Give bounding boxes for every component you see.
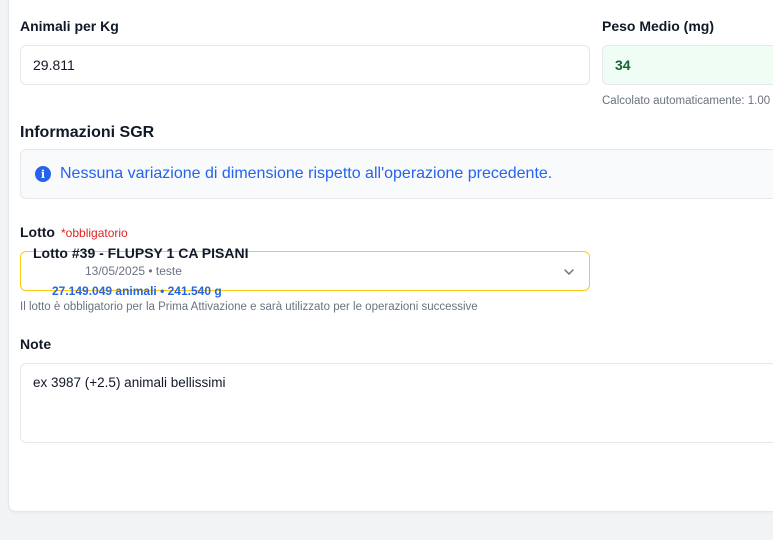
animali-per-kg-input[interactable]: 29.811 <box>20 45 590 85</box>
note-textarea[interactable]: ex 3987 (+2.5) animali bellissimi <box>20 363 773 443</box>
required-marker: *obbligatorio <box>61 226 128 240</box>
sgr-section-title: Informazioni SGR <box>20 124 155 141</box>
animali-per-kg-label: Animali per Kg <box>20 18 119 34</box>
peso-medio-label: Peso Medio (mg) <box>602 18 715 34</box>
peso-medio-value: 34 <box>615 57 631 73</box>
lotto-label: Lotto <box>20 224 55 240</box>
animali-per-kg-value: 29.811 <box>33 57 75 73</box>
lotto-selected-name: Lotto #39 - FLUPSY 1 CA PISANI <box>33 245 249 261</box>
sgr-message: Nessuna variazione di dimensione rispett… <box>60 165 553 182</box>
chevron-down-icon <box>564 269 574 275</box>
info-icon: i <box>35 166 51 182</box>
lotto-selected-date: 13/05/2025 • teste <box>85 264 182 278</box>
note-label: Note <box>20 336 52 352</box>
sgr-info-box: i Nessuna variazione di dimensione rispe… <box>20 149 773 199</box>
note-value: ex 3987 (+2.5) animali bellissimi <box>33 375 226 390</box>
lotto-selected-stats: 27.149.049 animali • 241.540 g <box>52 284 222 298</box>
peso-medio-helper: Calcolato automaticamente: 1.00 <box>602 95 771 107</box>
peso-medio-input[interactable]: 34 <box>602 45 773 85</box>
lotto-helper: Il lotto è obbligatorio per la Prima Att… <box>20 301 478 313</box>
